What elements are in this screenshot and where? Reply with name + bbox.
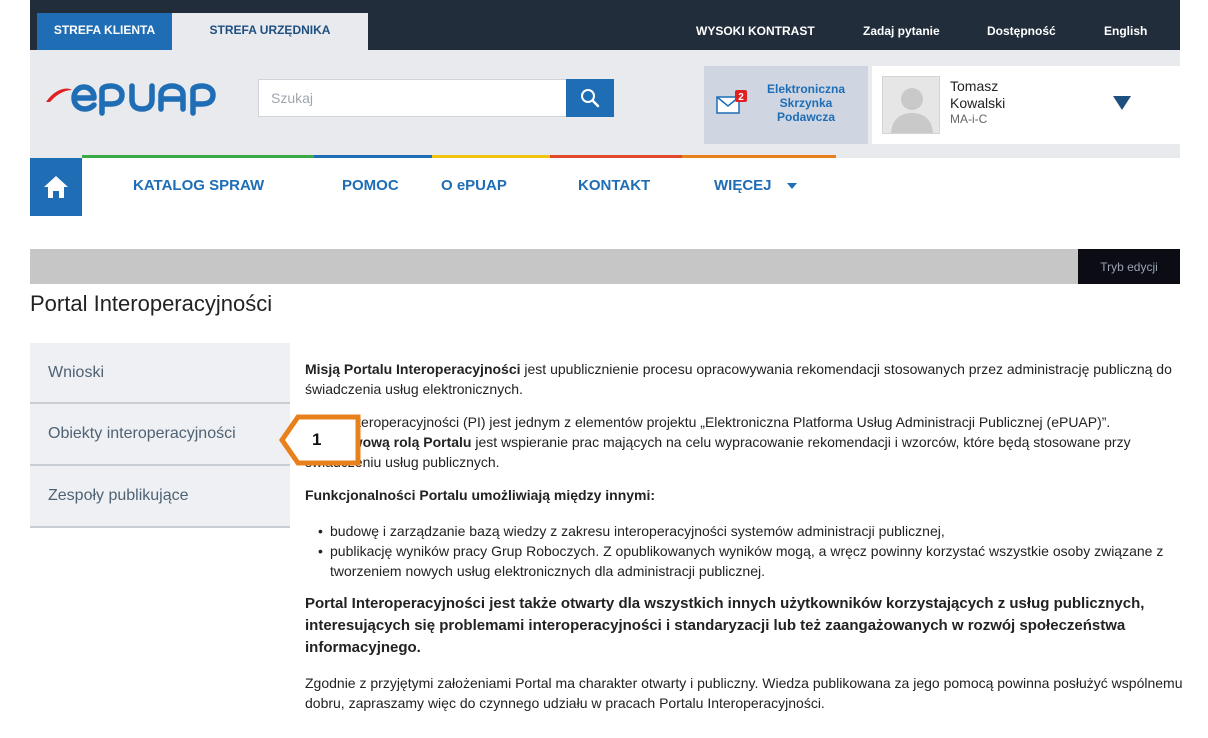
- nav-accent-green: [82, 155, 314, 158]
- edit-mode-button[interactable]: Tryb edycji: [1078, 249, 1180, 284]
- user-last-name: Kowalski: [950, 95, 1006, 111]
- tab-strefa-urzednika-label: STREFA URZĘDNIKA: [209, 23, 331, 37]
- inbox-label-line1: Elektroniczna: [766, 82, 846, 96]
- sidebar: Wnioski Obiekty interoperacyjności Zespo…: [30, 343, 290, 528]
- home-button[interactable]: [30, 158, 82, 216]
- inbox-badge: 2: [738, 92, 744, 103]
- page-title: Portal Interoperacyjności: [30, 291, 273, 316]
- nav-kontakt[interactable]: KONTAKT: [578, 177, 650, 194]
- search-input[interactable]: [259, 80, 564, 116]
- high-contrast-link[interactable]: WYSOKI KONTRAST: [696, 24, 815, 38]
- inbox-label-line2: Skrzynka: [779, 96, 833, 110]
- inbox-button[interactable]: 2 Elektroniczna Skrzynka Podawcza: [704, 66, 868, 144]
- nav-accent-red: [550, 155, 682, 158]
- nav-accent-blue: [314, 155, 432, 158]
- nav-accent-yellow: [432, 155, 550, 158]
- nav-pomoc[interactable]: POMOC: [342, 177, 399, 194]
- sidebar-item-label: Zespoły publikujące: [48, 487, 189, 504]
- sidebar-item-wnioski[interactable]: Wnioski: [30, 343, 290, 404]
- avatar: [882, 76, 940, 134]
- search-button[interactable]: [566, 79, 614, 117]
- open-portal-paragraph: Portal Interoperacyjności jest także otw…: [305, 595, 1145, 656]
- sidebar-item-zespoly[interactable]: Zespoły publikujące: [30, 466, 290, 528]
- user-first-name: Tomasz: [950, 78, 999, 94]
- user-silhouette-icon: [891, 88, 933, 133]
- callout-number: 1: [312, 430, 321, 449]
- callout-marker: 1: [278, 413, 362, 472]
- role-paragraph: Portal Interoperacyjności (PI) jest jedn…: [305, 412, 1185, 472]
- envelope-icon: 2: [716, 88, 750, 123]
- nav-o-epuap[interactable]: O ePUAP: [441, 177, 507, 194]
- list-item: budowę i zarządzanie bazą wiedzy z zakre…: [318, 521, 1185, 541]
- role-intro: Portal Interoperacyjności (PI) jest jedn…: [305, 414, 1111, 430]
- inbox-label-line3: Podawcza: [776, 110, 836, 124]
- sidebar-item-obiekty[interactable]: Obiekty interoperacyjności: [30, 404, 290, 466]
- user-name: Tomasz Kowalski: [950, 78, 1070, 112]
- features-heading: Funkcjonalności Portalu umożliwiają międ…: [305, 487, 656, 503]
- sidebar-item-label: Obiekty interoperacyjności: [48, 425, 236, 442]
- accessibility-link[interactable]: Dostępność: [987, 24, 1056, 38]
- nav-accent-orange: [682, 155, 836, 158]
- epuap-logo[interactable]: [44, 80, 234, 121]
- user-panel: Tomasz Kowalski MA-i-C: [872, 66, 1180, 144]
- inbox-label: Elektroniczna Skrzynka Podawcza: [754, 82, 858, 124]
- tab-strefa-urzednika[interactable]: STREFA URZĘDNIKA: [172, 13, 368, 50]
- user-role: MA-i-C: [950, 112, 988, 126]
- search-box: [258, 79, 614, 117]
- nav-katalog-spraw[interactable]: KATALOG SPRAW: [133, 177, 264, 194]
- chevron-down-icon: [786, 183, 797, 190]
- mission-paragraph: Misją Portalu Interoperacyjności jest up…: [305, 359, 1185, 399]
- english-link[interactable]: English: [1104, 24, 1147, 38]
- features-list: budowę i zarządzanie bazą wiedzy z zakre…: [318, 521, 1185, 581]
- callout-arrow-icon: 1: [278, 414, 361, 466]
- sidebar-item-label: Wnioski: [48, 363, 105, 381]
- nav-wiecej[interactable]: WIĘCEJ: [714, 177, 798, 194]
- user-menu-toggle[interactable]: [1112, 95, 1132, 116]
- tab-strefa-klienta[interactable]: STREFA KLIENTA: [37, 13, 172, 50]
- home-icon: [44, 176, 68, 198]
- nav-wiecej-label: WIĘCEJ: [714, 177, 772, 194]
- main-content: Misją Portalu Interoperacyjności jest up…: [305, 359, 1185, 726]
- tab-strefa-klienta-label: STREFA KLIENTA: [53, 23, 156, 37]
- search-icon: [581, 89, 600, 108]
- list-item: publikację wyników pracy Grup Roboczych.…: [318, 541, 1185, 581]
- closing-paragraph: Zgodnie z przyjętymi założeniami Portal …: [305, 675, 1183, 711]
- caret-down-icon: [1113, 96, 1131, 110]
- ask-question-link[interactable]: Zadaj pytanie: [863, 24, 940, 38]
- mission-bold: Misją Portalu Interoperacyjności: [305, 361, 521, 377]
- epuap-logo-image: [46, 83, 216, 116]
- admin-toolbar: [30, 249, 1078, 284]
